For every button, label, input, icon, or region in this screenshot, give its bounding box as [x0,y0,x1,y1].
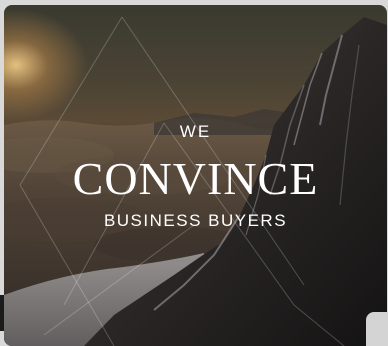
hero-subline: BUSINESS BUYERS [103,211,288,230]
hero-headline: CONVINCE [72,153,319,204]
hero-banner: WE CONVINCE BUSINESS BUYERS [4,5,387,346]
adjacent-panel-edge [0,295,4,331]
adjacent-card-corner [366,312,388,346]
hero-kicker-text: WE [179,122,212,141]
